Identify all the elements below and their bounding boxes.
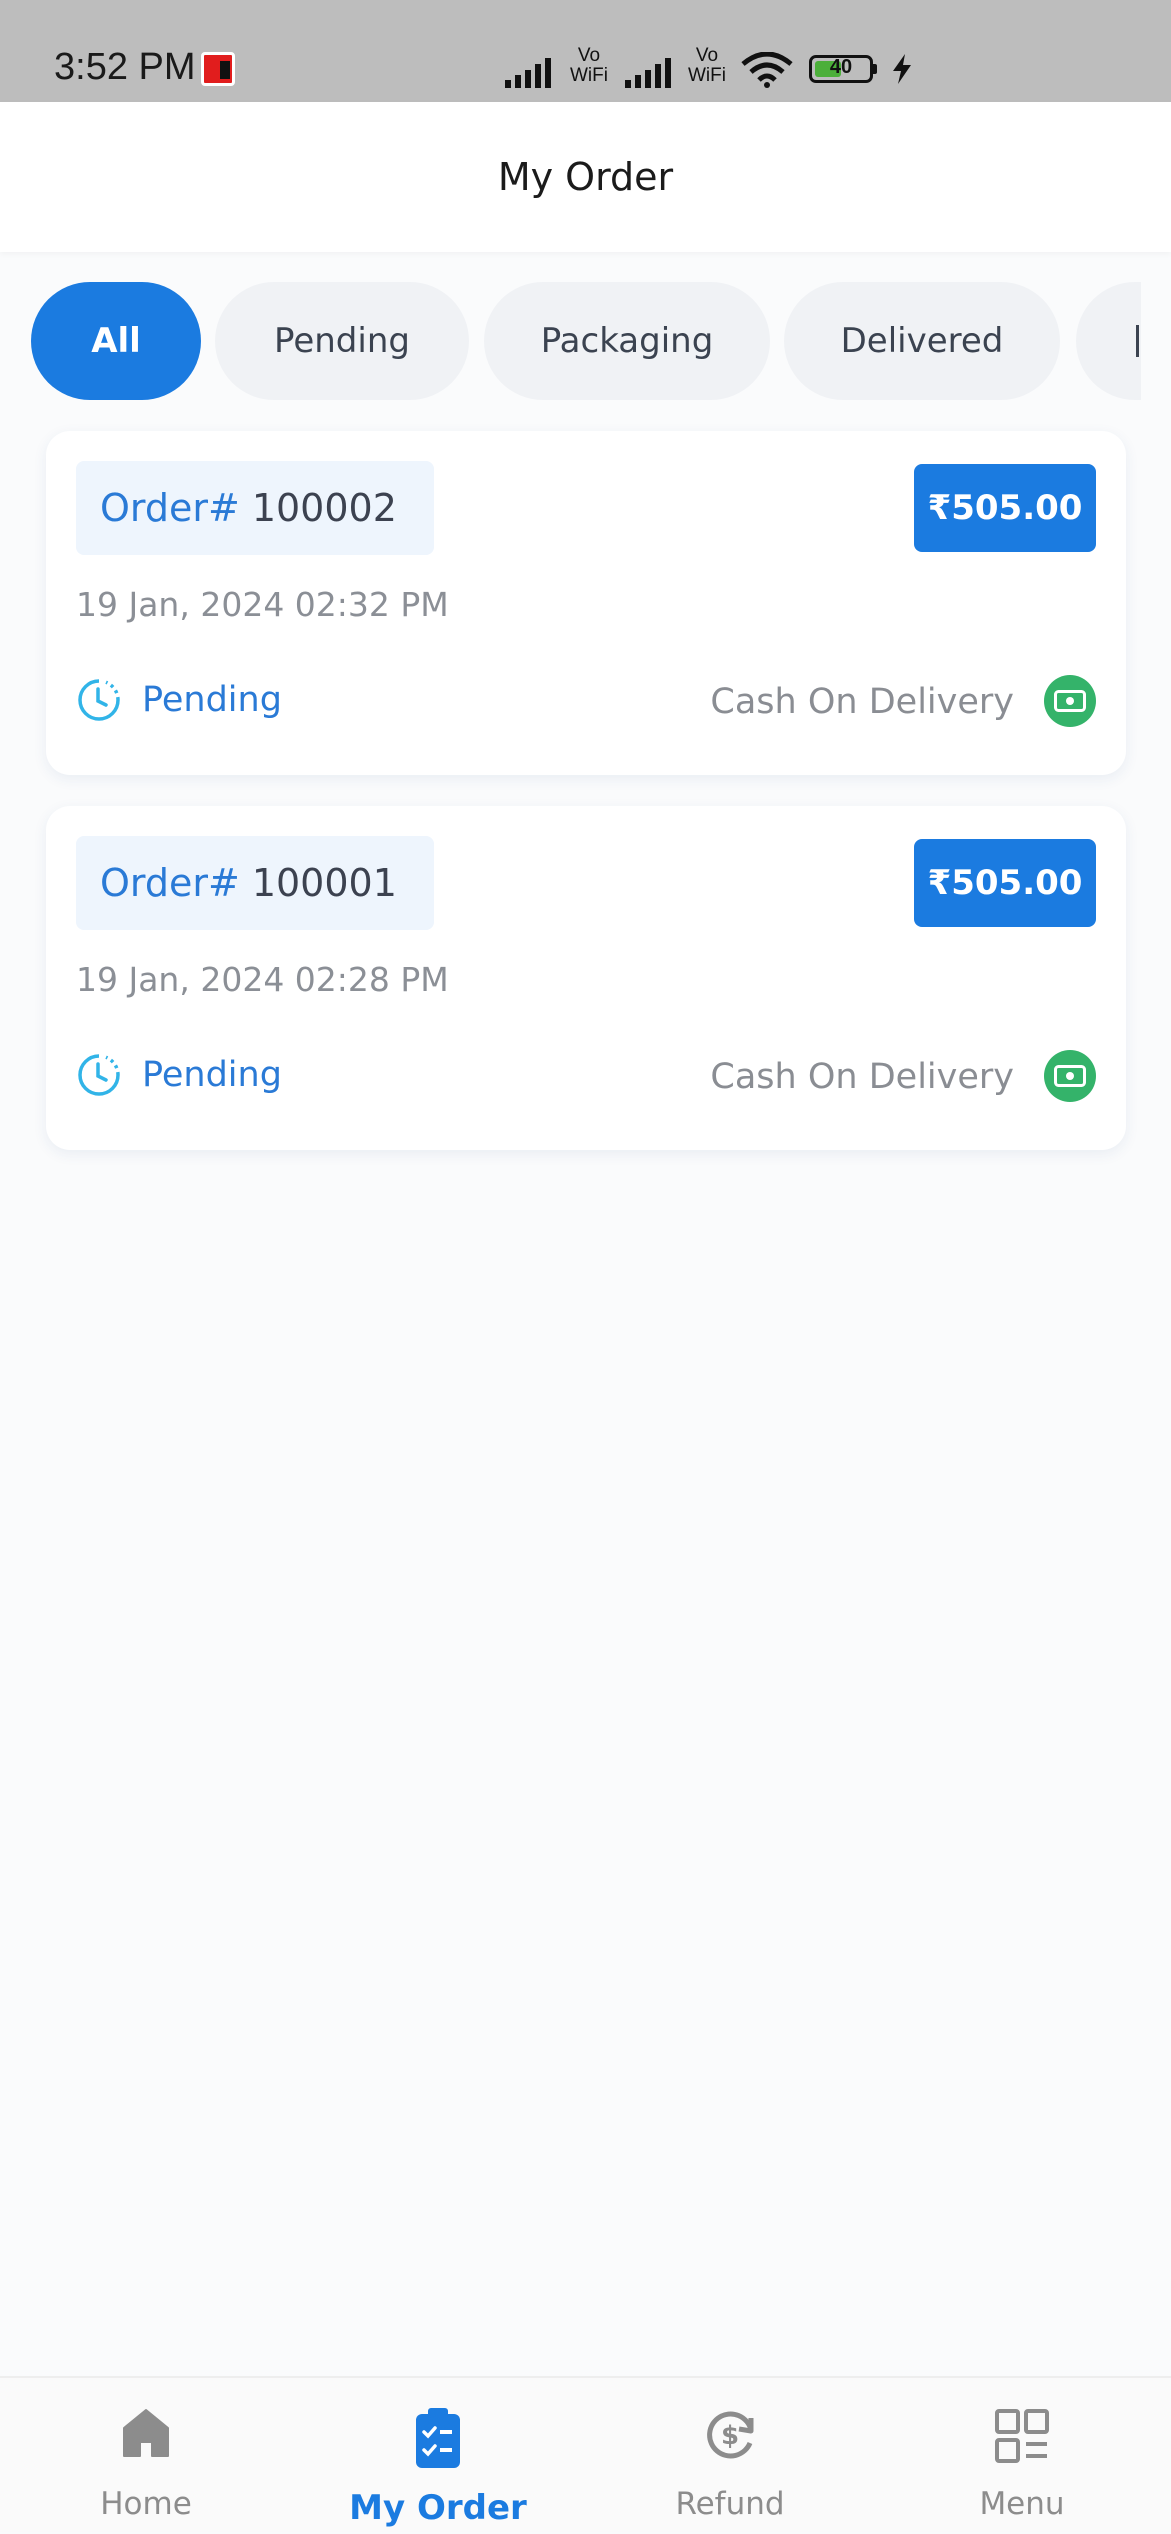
order-status: Pending (76, 1050, 282, 1100)
bottom-navigation: Home My Order $ Refund Menu (0, 2376, 1171, 2532)
app-notification-icon (201, 52, 235, 86)
nav-my-order-label: My Order (349, 2488, 527, 2528)
signal-icon (505, 58, 551, 88)
order-status-label: Pending (142, 680, 282, 720)
order-number: Order# 100002 (76, 461, 434, 555)
payment-method: Cash On Delivery (710, 682, 1014, 722)
cash-icon (1044, 1050, 1096, 1102)
order-status: Pending (76, 675, 282, 725)
order-number: Order# 100001 (76, 836, 434, 930)
order-id: 100001 (251, 861, 397, 905)
nav-refund-label: Refund (675, 2486, 785, 2522)
tab-next-partial[interactable] (1076, 282, 1141, 400)
nav-home-label: Home (100, 2486, 192, 2522)
refund-icon: $ (707, 2411, 754, 2459)
status-time: 3:52 PM (54, 46, 196, 88)
order-amount-badge: ₹505.00 (914, 464, 1096, 552)
order-filter-tabs: All Pending Packaging Delivered (0, 282, 1141, 400)
payment-method: Cash On Delivery (710, 1057, 1014, 1097)
battery-icon: 40 (809, 55, 873, 83)
nav-refund[interactable]: $ Refund (584, 2378, 876, 2534)
tab-pending[interactable]: Pending (215, 282, 469, 400)
svg-text:$: $ (721, 2421, 739, 2451)
vowifi-indicator: Vo WiFi (688, 45, 726, 86)
order-date: 19 Jan, 2024 02:28 PM (76, 960, 449, 999)
nav-my-order[interactable]: My Order (292, 2378, 584, 2534)
status-bar: 3:52 PM Vo WiFi Vo WiFi 40 (0, 0, 1171, 102)
order-id: 100002 (251, 486, 397, 530)
order-number-prefix: Order# (100, 861, 240, 905)
home-icon (123, 2409, 169, 2457)
order-status-label: Pending (142, 1055, 282, 1095)
cash-icon (1044, 675, 1096, 727)
wifi-icon (741, 52, 793, 88)
pending-clock-icon (78, 1054, 120, 1096)
order-amount-badge: ₹505.00 (914, 839, 1096, 927)
tab-all[interactable]: All (31, 282, 201, 400)
nav-menu-label: Menu (979, 2486, 1065, 2522)
tab-packaging[interactable]: Packaging (484, 282, 770, 400)
grid-menu-icon (995, 2409, 1049, 2463)
nav-menu[interactable]: Menu (876, 2378, 1168, 2534)
battery-level: 40 (829, 56, 853, 78)
vowifi-indicator: Vo WiFi (570, 45, 608, 86)
app-header: My Order (0, 102, 1171, 252)
charging-icon (893, 54, 911, 84)
signal-icon (625, 58, 671, 88)
tab-delivered[interactable]: Delivered (784, 282, 1060, 400)
clipboard-check-icon (416, 2408, 460, 2468)
order-card[interactable]: Order# 100002 ₹505.00 19 Jan, 2024 02:32… (46, 431, 1126, 775)
order-date: 19 Jan, 2024 02:32 PM (76, 585, 449, 624)
order-card[interactable]: Order# 100001 ₹505.00 19 Jan, 2024 02:28… (46, 806, 1126, 1150)
page-title: My Order (497, 155, 674, 199)
pending-clock-icon (78, 679, 120, 721)
nav-home[interactable]: Home (0, 2378, 292, 2534)
order-number-prefix: Order# (100, 486, 240, 530)
